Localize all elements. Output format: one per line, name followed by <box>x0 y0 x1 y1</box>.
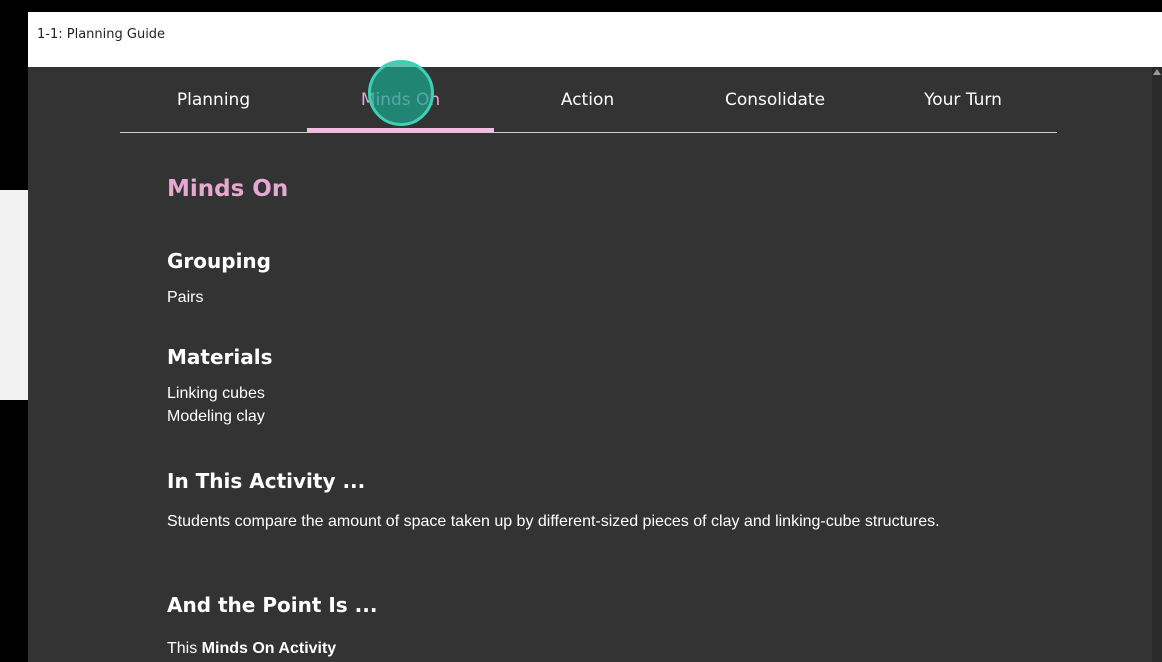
tab-planning[interactable]: Planning <box>120 67 307 132</box>
grouping-text: Pairs <box>167 289 204 306</box>
modal-title: 1-1: Planning Guide <box>37 27 166 42</box>
scrollbar[interactable] <box>1152 67 1162 662</box>
tab-minds-on[interactable]: Minds On <box>307 67 494 133</box>
background-page-panel <box>0 190 28 400</box>
activity-heading: In This Activity ... <box>167 469 366 493</box>
tab-action[interactable]: Action <box>494 67 681 132</box>
tab-consolidate[interactable]: Consolidate <box>681 67 869 132</box>
background-page <box>0 0 28 662</box>
tab-your-turn[interactable]: Your Turn <box>869 67 1057 132</box>
materials-item: Modeling clay <box>167 408 265 425</box>
section-heading: Minds On <box>167 176 289 202</box>
activity-text: Students compare the amount of space tak… <box>167 513 940 530</box>
point-text-bold: Minds On Activity <box>201 640 337 657</box>
scroll-up-icon[interactable] <box>1153 69 1161 75</box>
point-text-prefix: This <box>167 640 202 657</box>
materials-item: Linking cubes <box>167 385 265 402</box>
grouping-heading: Grouping <box>167 249 271 273</box>
point-text: This Minds On Activity <box>167 637 1027 660</box>
materials-heading: Materials <box>167 345 273 369</box>
planning-guide-modal: 1-1: Planning Guide Planning Minds On Ac… <box>28 12 1162 662</box>
point-heading: And the Point Is ... <box>167 593 378 617</box>
tab-bar: Planning Minds On Action Consolidate You… <box>120 67 1057 133</box>
modal-title-bar: 1-1: Planning Guide <box>28 12 1162 67</box>
